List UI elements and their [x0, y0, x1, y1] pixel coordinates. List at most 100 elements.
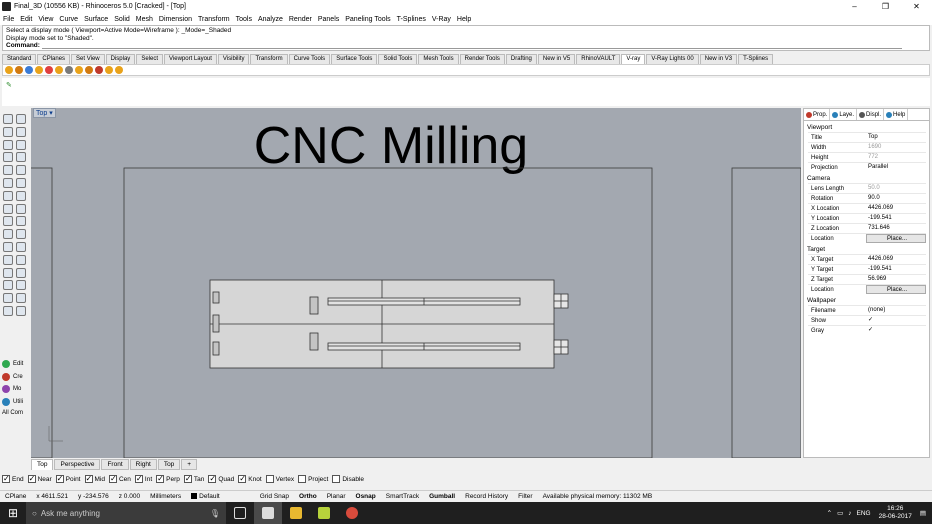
menu-solid[interactable]: Solid [114, 16, 130, 23]
prop-value[interactable]: Parallel [866, 163, 926, 172]
tab-surface-tools[interactable]: Surface Tools [331, 54, 378, 64]
menu-tools[interactable]: Tools [236, 16, 252, 23]
polyline-icon[interactable] [3, 126, 13, 137]
osnap-disable[interactable]: Disable [332, 475, 364, 483]
vray-fur-icon[interactable] [95, 66, 103, 74]
move-icon[interactable] [3, 242, 13, 252]
vray-light-icon[interactable] [45, 66, 53, 74]
menu-v-ray[interactable]: V-Ray [432, 16, 451, 23]
record-history-toggle[interactable]: Record History [460, 493, 513, 500]
osnap-checkbox[interactable] [332, 475, 341, 483]
lock-icon[interactable] [16, 306, 26, 316]
tab-viewport-layout[interactable]: Viewport Layout [164, 54, 217, 64]
vray-dome-icon[interactable] [75, 66, 83, 74]
sparkle-icon[interactable]: ✎ [6, 81, 12, 89]
tab-render-tools[interactable]: Render Tools [459, 54, 505, 64]
trim-icon[interactable] [16, 216, 26, 227]
panel-tab-prop[interactable]: Prop. [804, 109, 831, 120]
tab-new-in-v3[interactable]: New in V3 [699, 54, 738, 64]
filter-toggle[interactable]: Filter [513, 493, 537, 500]
grid-snap-toggle[interactable]: Grid Snap [255, 493, 294, 500]
osnap-near[interactable]: Near [27, 474, 52, 483]
tab-visibility[interactable]: Visibility [217, 54, 250, 64]
menu-analyze[interactable]: Analyze [258, 16, 283, 23]
arc-icon[interactable] [16, 139, 26, 150]
muse-icon[interactable] [310, 502, 338, 524]
tab-v-ray-lights-00[interactable]: V-Ray Lights 00 [646, 54, 699, 64]
prop-value[interactable]: Top [866, 133, 926, 142]
view-tab-top[interactable]: Top [157, 459, 181, 470]
prop-value[interactable]: -199.541 [866, 265, 926, 274]
array-icon[interactable] [3, 267, 13, 278]
smarttrack-toggle[interactable]: SmartTrack [381, 493, 424, 500]
vray-proxy-icon[interactable] [85, 66, 93, 74]
tab-standard[interactable]: Standard [2, 54, 37, 64]
tab-new-in-v5[interactable]: New in V5 [537, 54, 576, 64]
microphone-icon[interactable]: 🎙 [210, 509, 220, 518]
maximize-button[interactable]: ❐ [870, 2, 901, 11]
rhino-taskbar-icon[interactable] [254, 502, 282, 524]
polygon-icon[interactable] [16, 152, 26, 163]
osnap-checkbox[interactable] [183, 474, 192, 483]
left-panel-edit[interactable]: Edit [2, 360, 23, 368]
dimension-icon[interactable] [3, 280, 13, 291]
tab-curve-tools[interactable]: Curve Tools [288, 54, 331, 64]
vray-frame-buffer-icon[interactable] [35, 66, 43, 74]
taskbar-search[interactable]: ○ Ask me anything 🎙 [26, 502, 226, 524]
prop-value[interactable]: 731.646 [866, 224, 926, 233]
circle-icon[interactable] [3, 139, 13, 150]
mesh-icon[interactable] [3, 203, 13, 214]
prop-value[interactable]: (none) [866, 306, 926, 315]
planar-toggle[interactable]: Planar [322, 493, 351, 500]
menu-curve[interactable]: Curve [59, 16, 78, 23]
osnap-checkbox[interactable] [156, 474, 165, 483]
menu-view[interactable]: View [38, 16, 53, 23]
view-tab-perspective[interactable]: Perspective [54, 459, 101, 470]
menu-dimension[interactable]: Dimension [159, 16, 192, 23]
rectangle-icon[interactable] [3, 152, 13, 163]
vray-options-icon[interactable] [5, 66, 13, 74]
box-icon[interactable] [3, 190, 13, 201]
command-input[interactable] [41, 42, 902, 49]
tab-transform[interactable]: Transform [250, 54, 288, 64]
panel-tab-help[interactable]: Help [884, 109, 909, 120]
tray-chevron-icon[interactable]: ⌃ [827, 509, 832, 517]
render-icon[interactable] [3, 306, 13, 316]
osnap-checkbox[interactable] [84, 474, 93, 483]
curve-icon[interactable] [16, 126, 26, 137]
surface-icon[interactable] [3, 178, 13, 188]
osnap-checkbox[interactable] [2, 474, 10, 483]
boolean-icon[interactable] [3, 216, 13, 227]
menu-help[interactable]: Help [457, 16, 471, 23]
osnap-vertex[interactable]: Vertex [265, 475, 294, 483]
clock[interactable]: 16:26 28-06-2017 [879, 505, 912, 521]
select-arrow-icon[interactable] [3, 114, 13, 124]
status-layer[interactable]: Default [199, 493, 220, 500]
chrome-icon[interactable] [338, 502, 366, 524]
menu-render[interactable]: Render [289, 16, 312, 23]
status-cplane[interactable]: CPlane [0, 493, 31, 500]
osnap-checkbox[interactable] [298, 475, 307, 483]
join-icon[interactable] [16, 229, 26, 240]
menu-mesh[interactable]: Mesh [136, 16, 153, 23]
osnap-int[interactable]: Int [134, 474, 152, 483]
layer-icon[interactable] [3, 293, 13, 304]
vray-render-icon[interactable] [25, 66, 33, 74]
top-viewport[interactable]: Top ▾ CNC Milling [31, 108, 801, 458]
osnap-point[interactable]: Point [55, 474, 81, 483]
osnap-checkbox[interactable] [208, 474, 217, 483]
status-units[interactable]: Millimeters [145, 493, 186, 500]
menu-surface[interactable]: Surface [84, 16, 108, 23]
osnap-checkbox[interactable] [27, 474, 36, 483]
prop-value[interactable]: ✓ [866, 326, 926, 335]
language-indicator[interactable]: ENG [857, 510, 871, 517]
prop-value[interactable]: 4426.069 [866, 255, 926, 264]
place-button[interactable]: Place... [866, 234, 926, 243]
prop-value[interactable]: 90.0 [866, 194, 926, 203]
left-panel-utili[interactable]: Utili [2, 397, 23, 406]
select-points-icon[interactable] [16, 114, 26, 124]
osnap-toggle[interactable]: Osnap [351, 493, 381, 500]
menu-paneling-tools[interactable]: Paneling Tools [345, 16, 390, 23]
extrude-icon[interactable] [16, 178, 26, 188]
left-panel-all-com[interactable]: All Com [2, 410, 23, 416]
